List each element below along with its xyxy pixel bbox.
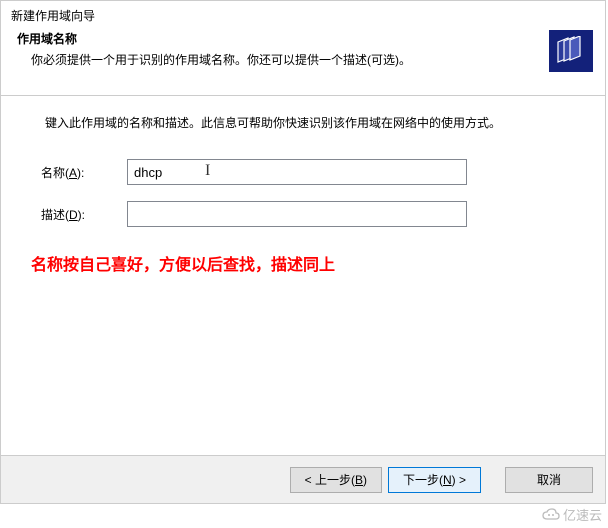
annotation-text: 名称按自己喜好，方便以后查找，描述同上 <box>31 251 575 275</box>
back-button[interactable]: < 上一步(B) <box>290 467 382 493</box>
wizard-content: 键入此作用域的名称和描述。此信息可帮助你快速识别该作用域在网络中的使用方式。 名… <box>1 96 605 285</box>
description-label: 描述(D): <box>41 206 127 223</box>
name-label: 名称(A): <box>41 164 127 181</box>
intro-text: 键入此作用域的名称和描述。此信息可帮助你快速识别该作用域在网络中的使用方式。 <box>45 114 575 131</box>
name-input[interactable] <box>127 159 467 185</box>
description-input[interactable] <box>127 201 467 227</box>
cloud-icon <box>541 508 561 522</box>
wizard-header: 作用域名称 你必须提供一个用于识别的作用域名称。你还可以提供一个描述(可选)。 <box>1 28 605 96</box>
button-bar: < 上一步(B) 下一步(N) > 取消 <box>1 455 605 503</box>
cancel-button[interactable]: 取消 <box>505 467 593 493</box>
next-button[interactable]: 下一步(N) > <box>388 467 481 493</box>
scope-icon <box>549 30 593 72</box>
wizard-window: 新建作用域向导 作用域名称 你必须提供一个用于识别的作用域名称。你还可以提供一个… <box>0 0 606 504</box>
watermark: 亿速云 <box>541 505 602 524</box>
description-row: 描述(D): <box>41 201 575 227</box>
name-row: 名称(A): I <box>41 159 575 185</box>
header-title: 作用域名称 <box>17 30 595 47</box>
header-description: 你必须提供一个用于识别的作用域名称。你还可以提供一个描述(可选)。 <box>31 51 595 68</box>
window-title: 新建作用域向导 <box>1 1 605 28</box>
